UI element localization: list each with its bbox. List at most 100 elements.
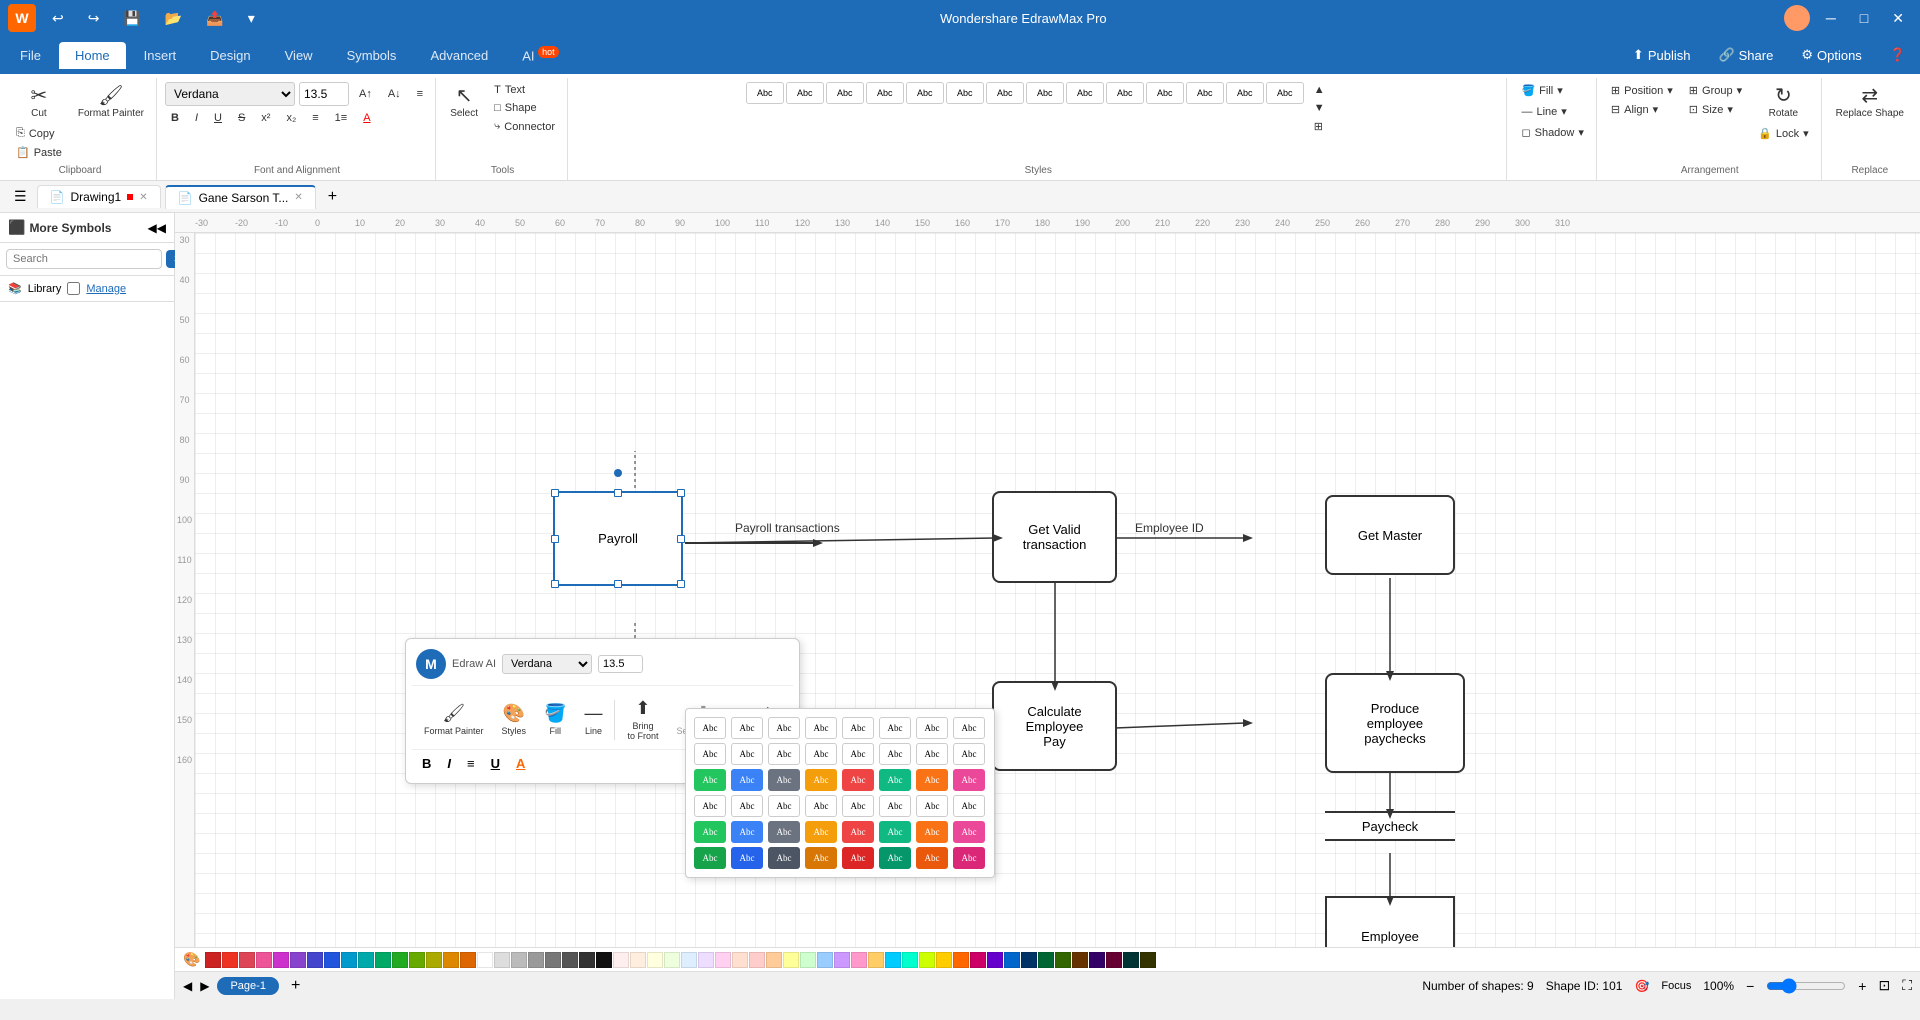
styles-up-button[interactable]: ▲ [1308, 82, 1331, 98]
color-swatch-purple2[interactable] [290, 952, 306, 968]
color-swatch-pastel4[interactable] [664, 952, 680, 968]
bullets-button[interactable]: ≡ [306, 110, 324, 126]
color-swatch-pastel5[interactable] [681, 952, 697, 968]
close-gane-button[interactable]: ✕ [294, 192, 302, 203]
page-tab-1[interactable]: Page-1 [217, 977, 278, 995]
color-swatch-teal1[interactable] [358, 952, 374, 968]
style-4-2[interactable]: Abc [731, 795, 763, 817]
font-color-button[interactable]: A [357, 110, 376, 126]
ft-fill-button[interactable]: 🪣 Fill [536, 699, 574, 740]
color-swatch-red2[interactable] [222, 952, 238, 968]
color-swatch-gray4[interactable] [545, 952, 561, 968]
color-swatch-gray3[interactable] [528, 952, 544, 968]
style-5-8[interactable]: Abc [953, 821, 985, 843]
style-item-3[interactable]: Abc [826, 82, 864, 104]
color-swatch-white[interactable] [477, 952, 493, 968]
ft-bold-button[interactable]: B [416, 754, 437, 773]
style-6-3[interactable]: Abc [768, 847, 800, 869]
style-4-6[interactable]: Abc [879, 795, 911, 817]
style-1-6[interactable]: Abc [879, 717, 911, 739]
color-swatch-light7[interactable] [851, 952, 867, 968]
style-2-5[interactable]: Abc [842, 743, 874, 765]
style-4-5[interactable]: Abc [842, 795, 874, 817]
style-4-4[interactable]: Abc [805, 795, 837, 817]
font-family-select[interactable]: Verdana [165, 82, 295, 106]
font-size-input[interactable] [299, 82, 349, 106]
node-get-valid[interactable]: Get Valid transaction [992, 491, 1117, 583]
color-swatch-vivid5[interactable] [953, 952, 969, 968]
color-swatch-dark8[interactable] [1140, 952, 1156, 968]
color-swatch-dark6[interactable] [1106, 952, 1122, 968]
node-calc-pay[interactable]: Calculate Employee Pay [992, 681, 1117, 771]
style-6-6[interactable]: Abc [879, 847, 911, 869]
handle-bc[interactable] [614, 580, 622, 588]
style-4-8[interactable]: Abc [953, 795, 985, 817]
node-get-master[interactable]: Get Master [1325, 495, 1455, 575]
float-font-select[interactable]: Verdana [502, 654, 592, 674]
size-button[interactable]: ⊡ Size ▾ [1683, 101, 1748, 118]
handle-br[interactable] [677, 580, 685, 588]
style-1-5[interactable]: Abc [842, 717, 874, 739]
style-2-4[interactable]: Abc [805, 743, 837, 765]
ft-italic-button[interactable]: I [441, 754, 457, 773]
style-4-1[interactable]: Abc [694, 795, 726, 817]
style-2-8[interactable]: Abc [953, 743, 985, 765]
style-3-3[interactable]: Abc [768, 769, 800, 791]
style-6-1[interactable]: Abc [694, 847, 726, 869]
style-item-9[interactable]: Abc [1066, 82, 1104, 104]
color-swatch-gray6[interactable] [579, 952, 595, 968]
style-3-8[interactable]: Abc [953, 769, 985, 791]
color-swatch-dark5[interactable] [1089, 952, 1105, 968]
options-button[interactable]: ⚙ Options [1791, 43, 1871, 67]
style-5-1[interactable]: Abc [694, 821, 726, 843]
color-swatch-purple1[interactable] [273, 952, 289, 968]
font-increase-button[interactable]: A↑ [353, 86, 378, 102]
style-5-5[interactable]: Abc [842, 821, 874, 843]
color-swatch-dark2[interactable] [1038, 952, 1054, 968]
color-swatch-pastel7[interactable] [715, 952, 731, 968]
color-swatch-vivid7[interactable] [987, 952, 1003, 968]
numbering-button[interactable]: 1≡ [329, 110, 354, 126]
redo-button[interactable]: ↪ [80, 8, 108, 29]
ft-styles-button[interactable]: 🎨 Styles [494, 699, 535, 740]
fill-button[interactable]: 🪣 Fill ▾ [1515, 82, 1568, 99]
style-6-8[interactable]: Abc [953, 847, 985, 869]
panel-collapse-button[interactable]: ◀◀ [148, 221, 166, 235]
style-item-7[interactable]: Abc [986, 82, 1024, 104]
underline-button[interactable]: U [208, 110, 228, 126]
ft-align-button[interactable]: ≡ [461, 754, 481, 773]
user-avatar[interactable] [1784, 5, 1810, 31]
node-employee[interactable]: Employee [1325, 896, 1455, 947]
style-6-2[interactable]: Abc [731, 847, 763, 869]
color-swatch-light4[interactable] [800, 952, 816, 968]
symbol-search-input[interactable] [6, 249, 162, 269]
connector-tool-button[interactable]: ⤷ Connector [488, 118, 561, 135]
style-2-2[interactable]: Abc [731, 743, 763, 765]
menu-tab-ai[interactable]: AI hot [506, 41, 574, 69]
color-swatch-green2[interactable] [392, 952, 408, 968]
focus-button[interactable]: Focus [1661, 980, 1691, 992]
handle-ml[interactable] [551, 535, 559, 543]
export-button[interactable]: 📤 [198, 8, 231, 29]
style-6-7[interactable]: Abc [916, 847, 948, 869]
style-3-7[interactable]: Abc [916, 769, 948, 791]
color-swatch-dark3[interactable] [1055, 952, 1071, 968]
style-3-5[interactable]: Abc [842, 769, 874, 791]
page-nav-next[interactable]: ▶ [200, 979, 209, 993]
close-button[interactable]: ✕ [1884, 8, 1912, 29]
undo-button[interactable]: ↩ [44, 8, 72, 29]
style-2-3[interactable]: Abc [768, 743, 800, 765]
color-swatch-light8[interactable] [868, 952, 884, 968]
color-swatch-dark7[interactable] [1123, 952, 1139, 968]
ft-line-button[interactable]: — Line [576, 699, 610, 740]
more-button[interactable]: ▾ [240, 8, 263, 29]
menu-tab-view[interactable]: View [269, 42, 329, 69]
panel-toggle-button[interactable]: ☰ [8, 186, 33, 207]
color-swatch-lime1[interactable] [409, 952, 425, 968]
style-item-4[interactable]: Abc [866, 82, 904, 104]
color-swatch-vivid6[interactable] [970, 952, 986, 968]
node-payroll[interactable]: Payroll [553, 491, 683, 586]
menu-tab-file[interactable]: File [4, 42, 57, 69]
style-5-6[interactable]: Abc [879, 821, 911, 843]
style-item-13[interactable]: Abc [1226, 82, 1264, 104]
